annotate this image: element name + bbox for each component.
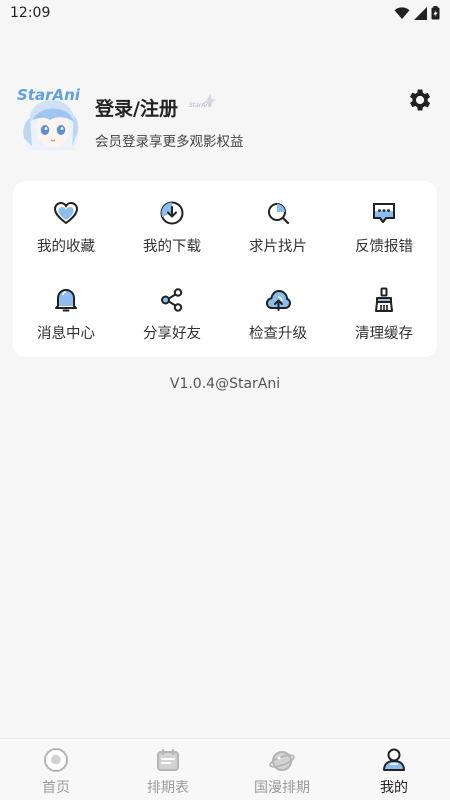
heart-icon (53, 201, 79, 225)
home-icon (44, 748, 68, 772)
grid-item-label: 反馈报错 (355, 239, 413, 255)
tab-home[interactable]: 首页 (0, 739, 112, 800)
tab-label: 国漫排期 (254, 780, 310, 796)
svg-text:StarAni: StarAni (189, 102, 211, 109)
staraani-logo-icon: StarAni (189, 94, 216, 109)
broom-icon (375, 287, 393, 312)
grid-item-label: 分享好友 (143, 326, 201, 342)
share-icon (161, 288, 183, 312)
avatar[interactable]: StarAni (16, 86, 86, 152)
svg-text:StarAni: StarAni (17, 86, 81, 104)
grid-item-label: 消息中心 (37, 326, 95, 342)
feature-grid-card: 我的收藏 我的下载 求片找片 反馈报错 消息中心 分享好友 检查升级 清理缓存 (13, 181, 437, 357)
grid-item-label: 清理缓存 (355, 326, 413, 342)
login-register-title[interactable]: 登录/注册 (95, 94, 178, 121)
status-time: 12:09 (10, 5, 51, 21)
battery-icon (431, 6, 440, 20)
grid-item-feedback[interactable]: 反馈报错 (331, 181, 437, 265)
grid-item-messages[interactable]: 消息中心 (13, 268, 119, 352)
grid-item-downloads[interactable]: 我的下载 (119, 181, 225, 265)
search-icon (268, 203, 290, 225)
grid-item-label: 我的收藏 (37, 239, 95, 255)
gear-icon[interactable] (405, 86, 433, 114)
login-subtitle: 会员登录享更多观影权益 (95, 134, 244, 150)
grid-item-clear-cache[interactable]: 清理缓存 (331, 268, 437, 352)
tab-label: 首页 (42, 780, 70, 796)
grid-item-label: 求片找片 (249, 239, 307, 255)
wifi-icon (394, 6, 410, 19)
cloud-upload-icon (266, 290, 291, 311)
profile-icon (383, 748, 405, 771)
status-icons (394, 6, 440, 20)
tab-donghua-schedule[interactable]: 国漫排期 (226, 739, 338, 800)
profile-header[interactable]: StarAni 登录/注册 StarAni 会员登录享更多观影权益 (16, 86, 436, 154)
grid-item-favorites[interactable]: 我的收藏 (13, 181, 119, 265)
grid-item-label: 我的下载 (143, 239, 201, 255)
grid-item-update[interactable]: 检查升级 (225, 268, 331, 352)
tab-label: 排期表 (147, 780, 189, 796)
calendar-icon (157, 749, 179, 771)
planet-icon (269, 751, 295, 771)
bell-icon (55, 289, 77, 312)
grid-item-label: 检查升级 (249, 326, 307, 342)
signal-icon (414, 6, 427, 20)
tab-label: 我的 (380, 780, 408, 796)
feedback-icon (373, 203, 395, 223)
status-bar: 12:09 (0, 0, 450, 26)
version-text: V1.0.4@StarAni (169, 376, 281, 392)
tab-mine[interactable]: 我的 (338, 739, 450, 800)
tab-schedule[interactable]: 排期表 (112, 739, 224, 800)
grid-item-request[interactable]: 求片找片 (225, 181, 331, 265)
grid-item-share[interactable]: 分享好友 (119, 268, 225, 352)
download-icon (160, 201, 184, 225)
bottom-tab-bar: 首页 排期表 国漫排期 我的 (0, 738, 450, 800)
